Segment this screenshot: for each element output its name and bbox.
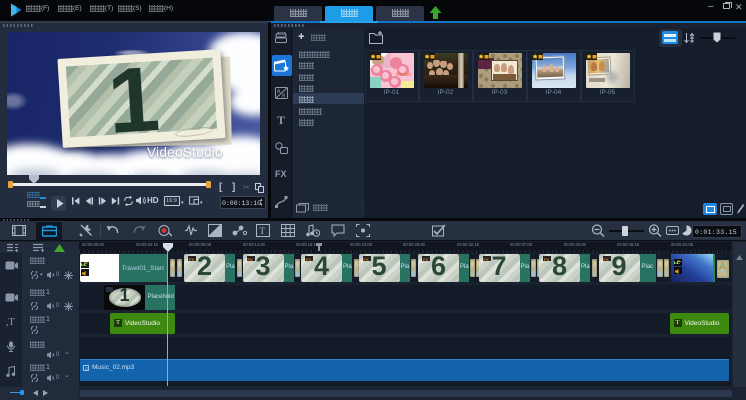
- svg-text:T: T: [260, 226, 266, 236]
